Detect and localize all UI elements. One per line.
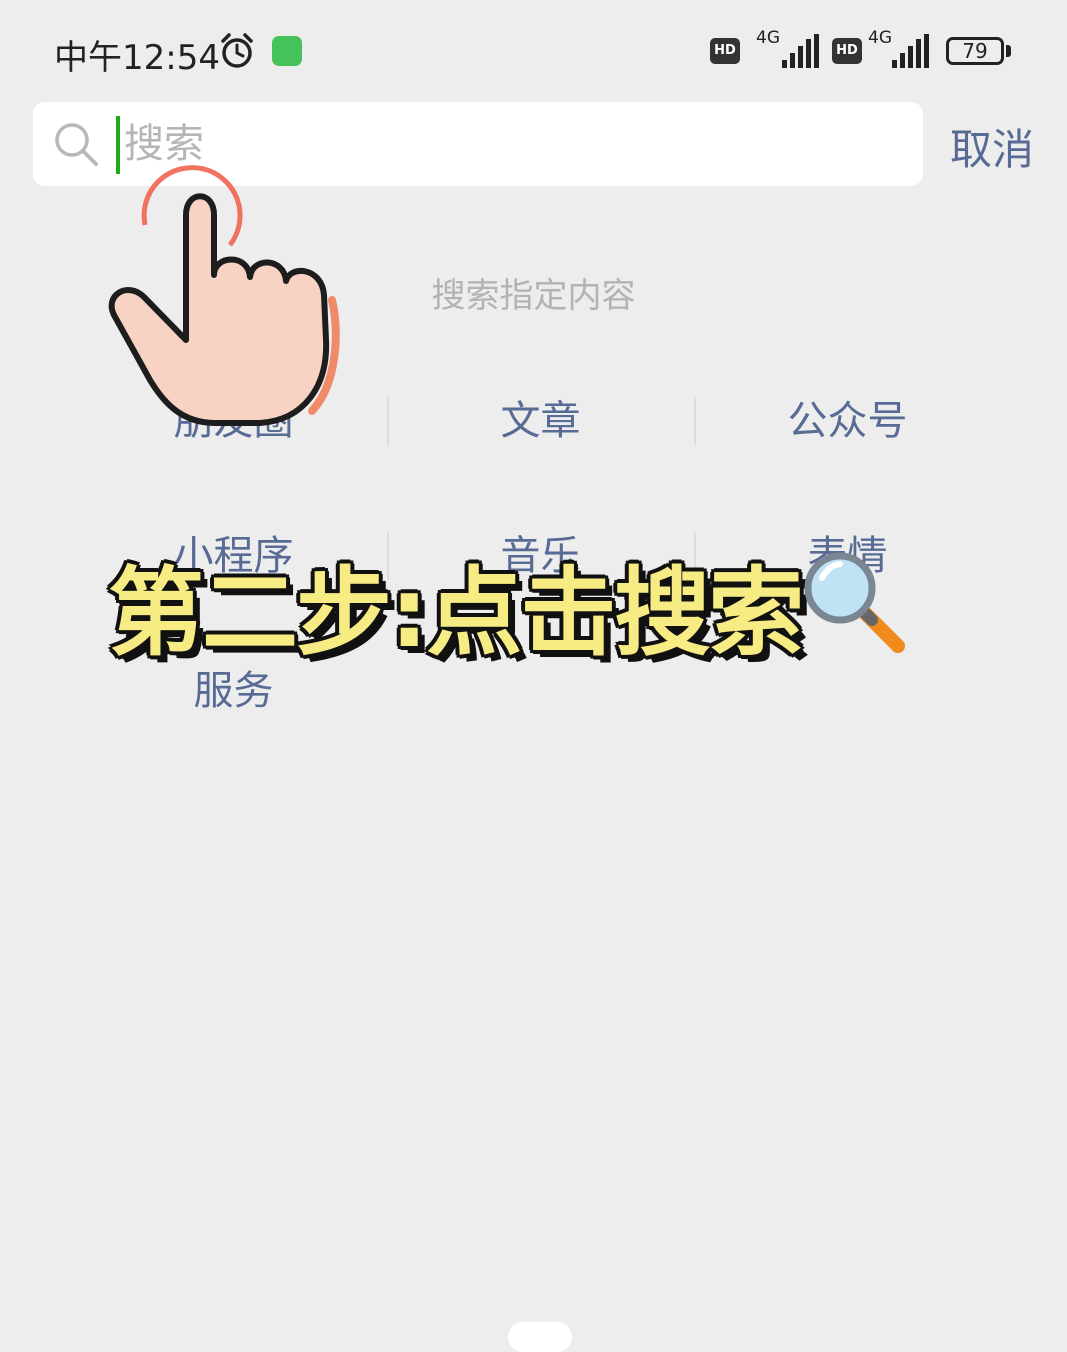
tutorial-caption: 第二步:点击搜索 [108, 557, 804, 669]
status-bar: 中午12:54 HD 4G HD 4G 79 [0, 0, 1067, 100]
battery-tip [1006, 45, 1011, 57]
app-notification-icon [272, 36, 302, 66]
status-time: 中午12:54 [54, 38, 220, 78]
battery-level: 79 [962, 39, 988, 63]
signal-icon-2 [892, 34, 929, 68]
cancel-button[interactable]: 取消 [950, 116, 1034, 177]
home-indicator [508, 1322, 572, 1352]
signal-icon [782, 34, 819, 68]
hd-badge-2: HD [832, 38, 862, 64]
magnifier-icon [804, 552, 905, 653]
network-type-2: 4G [868, 28, 892, 48]
category-articles[interactable]: 文章 [387, 375, 694, 467]
network-type: 4G [756, 28, 780, 48]
category-official-accounts[interactable]: 公众号 [694, 375, 1001, 467]
hd-badge: HD [710, 38, 740, 64]
search-icon [55, 123, 98, 166]
alarm-icon [221, 33, 253, 68]
hand-pointer-icon [108, 165, 340, 426]
